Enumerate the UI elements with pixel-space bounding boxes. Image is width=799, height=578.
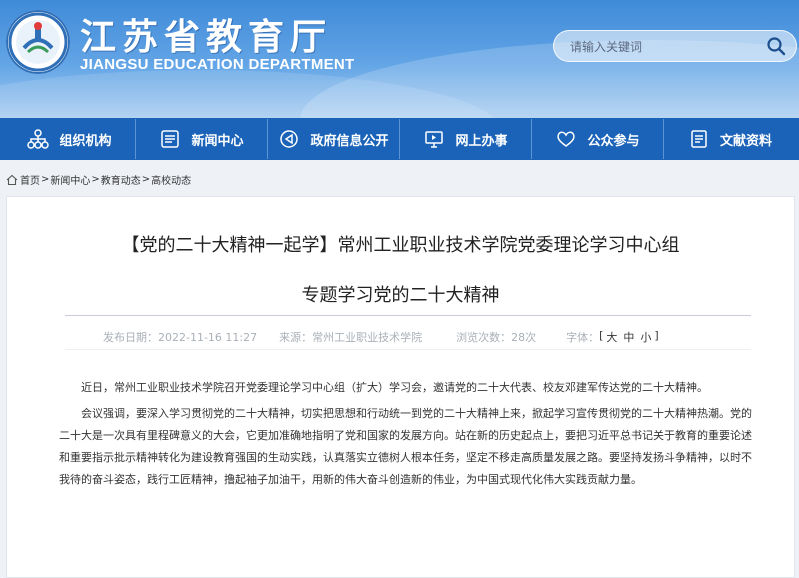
nav-item-news[interactable]: 新闻中心 [136,119,268,159]
nav-item-documents[interactable]: 文献资料 [664,119,796,159]
breadcrumb-home[interactable]: 首页 [20,172,40,187]
nav-label: 公众参与 [587,133,640,149]
font-size-medium[interactable]: 中 [623,329,634,345]
article-body: 近日，常州工业职业技术学院召开党委理论学习中心组（扩大）学习会，邀请党的二十大代… [59,377,753,495]
breadcrumb-education-news[interactable]: 教育动态 [101,172,141,187]
org-chart-icon [27,129,50,149]
document-icon [691,130,707,148]
online-service-icon [425,131,444,148]
font-size-bracket-close: ] [654,329,659,342]
font-size-small[interactable]: 小 [640,329,651,345]
info-disclosure-icon [280,130,299,148]
nav-label: 文献资料 [719,133,772,149]
article-meta: 发布日期：2022-11-16 11:27 来源：常州工业职业技术学院 浏览次数… [103,329,659,345]
site-logo[interactable] [6,10,70,74]
breadcrumb-separator: > [41,174,50,185]
font-size-bracket-open: [ [599,329,604,342]
site-subtitle: JIANGSU EDUCATION DEPARTMENT [80,56,355,73]
news-icon [161,130,180,148]
breadcrumb-university-news[interactable]: 高校动态 [151,172,191,187]
nav-label: 网上办事 [455,133,508,149]
article-panel: 【党的二十大精神一起学】常州工业职业技术学院党委理论学习中心组 专题学习党的二十… [6,196,795,578]
heart-icon [557,131,576,147]
site-title: 江苏省教育厅 [80,17,333,58]
article-title-line1: 【党的二十大精神一起学】常州工业职业技术学院党委理论学习中心组 [121,235,680,256]
search-input[interactable] [568,37,762,57]
title-divider [65,315,751,316]
breadcrumb-separator: > [141,174,151,185]
view-count: 浏览次数：28次 [456,331,537,344]
home-icon [6,174,18,185]
breadcrumb: 首页 > 新闻中心 > 教育动态 > 高校动态 [6,172,191,187]
search-icon[interactable] [766,36,786,56]
nav-item-info-disclosure[interactable]: 政府信息公开 [268,119,400,159]
nav-label: 政府信息公开 [310,133,389,149]
font-size-label: 字体： [566,331,600,344]
nav-label: 新闻中心 [191,133,244,149]
search-box [553,30,797,62]
article-title-line2: 专题学习党的二十大精神 [301,285,500,306]
nav-item-online-service[interactable]: 网上办事 [400,119,532,159]
meta-divider [65,349,751,350]
article-paragraph: 会议强调，要深入学习贯彻党的二十大精神，切实把思想和行动统一到党的二十大精神上来… [59,407,752,486]
breadcrumb-news-center[interactable]: 新闻中心 [50,172,90,187]
breadcrumb-separator: > [91,174,100,185]
nav-label: 组织机构 [59,133,112,149]
publish-date: 发布日期：2022-11-16 11:27 [103,331,258,344]
article-source: 来源：常州工业职业技术学院 [279,331,423,344]
nav-item-public-participation[interactable]: 公众参与 [532,119,664,159]
header-banner: 江苏省教育厅 JIANGSU EDUCATION DEPARTMENT [0,0,799,118]
nav-item-organization[interactable]: 组织机构 [4,119,136,159]
main-nav: 组织机构 新闻中心 政府信息公开 网上办事 公众参与 文献资料 [0,118,799,160]
article-paragraph: 近日，常州工业职业技术学院召开党委理论学习中心组（扩大）学习会，邀请党的二十大代… [81,381,708,394]
font-size-large[interactable]: 大 [606,329,617,345]
logo-emblem-icon [8,12,68,72]
